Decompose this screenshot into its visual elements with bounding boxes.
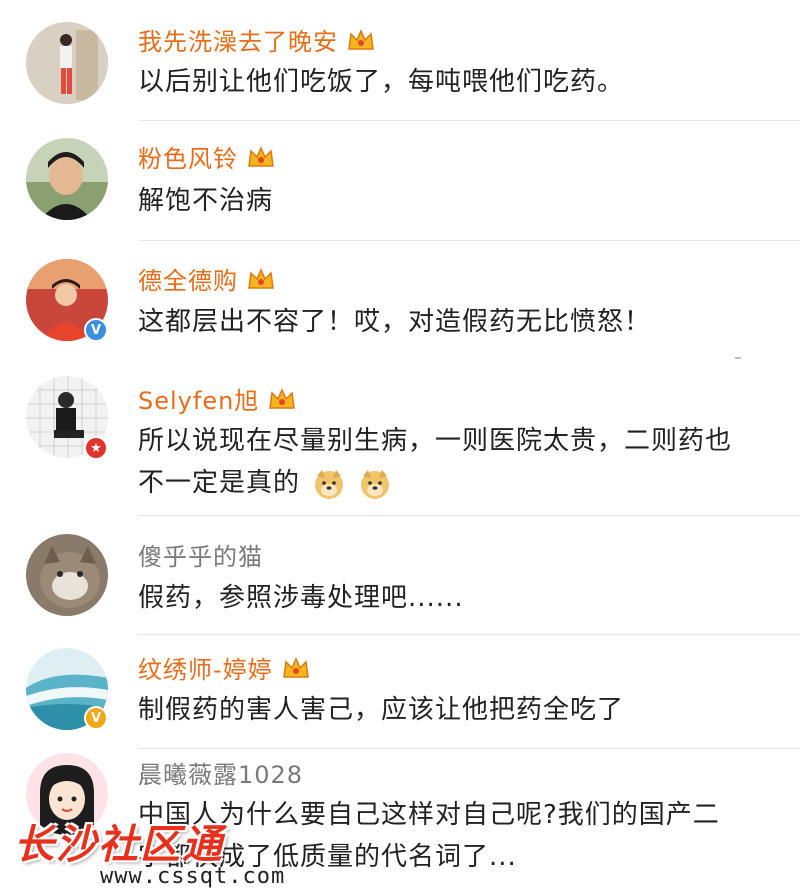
divider	[138, 634, 800, 635]
divider	[138, 240, 800, 241]
comment-text: 以后别让他们吃饭了，每吨喂他们吃药。	[138, 67, 625, 97]
comment-text: 所以说现在尽量别生病，一则医院太贵，二则药也 不一定是真的	[138, 420, 778, 504]
comment-text-line: 字都快成了低质量的代名词了...	[138, 842, 517, 872]
divider	[735, 357, 741, 359]
username[interactable]: 德全德购	[138, 261, 276, 296]
comment-text: 中国人为什么要自己这样对自己呢?我们的国产二 字都快成了低质量的代名词了...	[138, 794, 778, 878]
doge-emoji-icon	[313, 468, 345, 500]
username[interactable]: 傻乎乎的猫	[138, 537, 263, 572]
comment-text-line: 不一定是真的	[138, 462, 778, 504]
vip-crown-icon	[267, 386, 297, 412]
username[interactable]: 纹绣师-婷婷	[138, 650, 311, 685]
vip-crown-icon	[246, 144, 276, 170]
divider	[138, 515, 800, 516]
divider	[138, 748, 800, 749]
divider	[138, 120, 800, 121]
avatar[interactable]	[26, 138, 108, 220]
username[interactable]: 晨曦薇露1028	[138, 755, 303, 790]
comment-text: 假药，参照涉毒处理吧......	[138, 583, 464, 613]
avatar[interactable]	[26, 753, 108, 835]
vip-crown-icon	[346, 27, 376, 53]
vip-crown-icon	[246, 266, 276, 292]
username[interactable]: Selyfen旭	[138, 381, 297, 416]
comment-text: 这都层出不容了！哎，对造假药无比愤怒！	[138, 307, 652, 337]
vip-crown-icon	[281, 655, 311, 681]
avatar[interactable]	[26, 534, 108, 616]
username[interactable]: 我先洗澡去了晚安	[138, 22, 376, 57]
doge-emoji-icon	[359, 468, 391, 500]
comment-text-line: 所以说现在尽量别生病，一则医院太贵，二则药也	[138, 426, 733, 456]
avatar[interactable]	[26, 22, 108, 104]
verified-badge-icon: V	[84, 706, 108, 730]
comment-text-line: 中国人为什么要自己这样对自己呢?我们的国产二	[138, 800, 720, 830]
verified-badge-icon: V	[84, 318, 108, 342]
star-badge-icon: ★	[84, 436, 108, 460]
comment-text-span: 不一定是真的	[138, 468, 301, 498]
comment-text: 解饱不治病	[138, 186, 274, 216]
comment-text: 制假药的害人害己，应该让他把药全吃了	[138, 695, 625, 725]
username[interactable]: 粉色风铃	[138, 139, 276, 174]
